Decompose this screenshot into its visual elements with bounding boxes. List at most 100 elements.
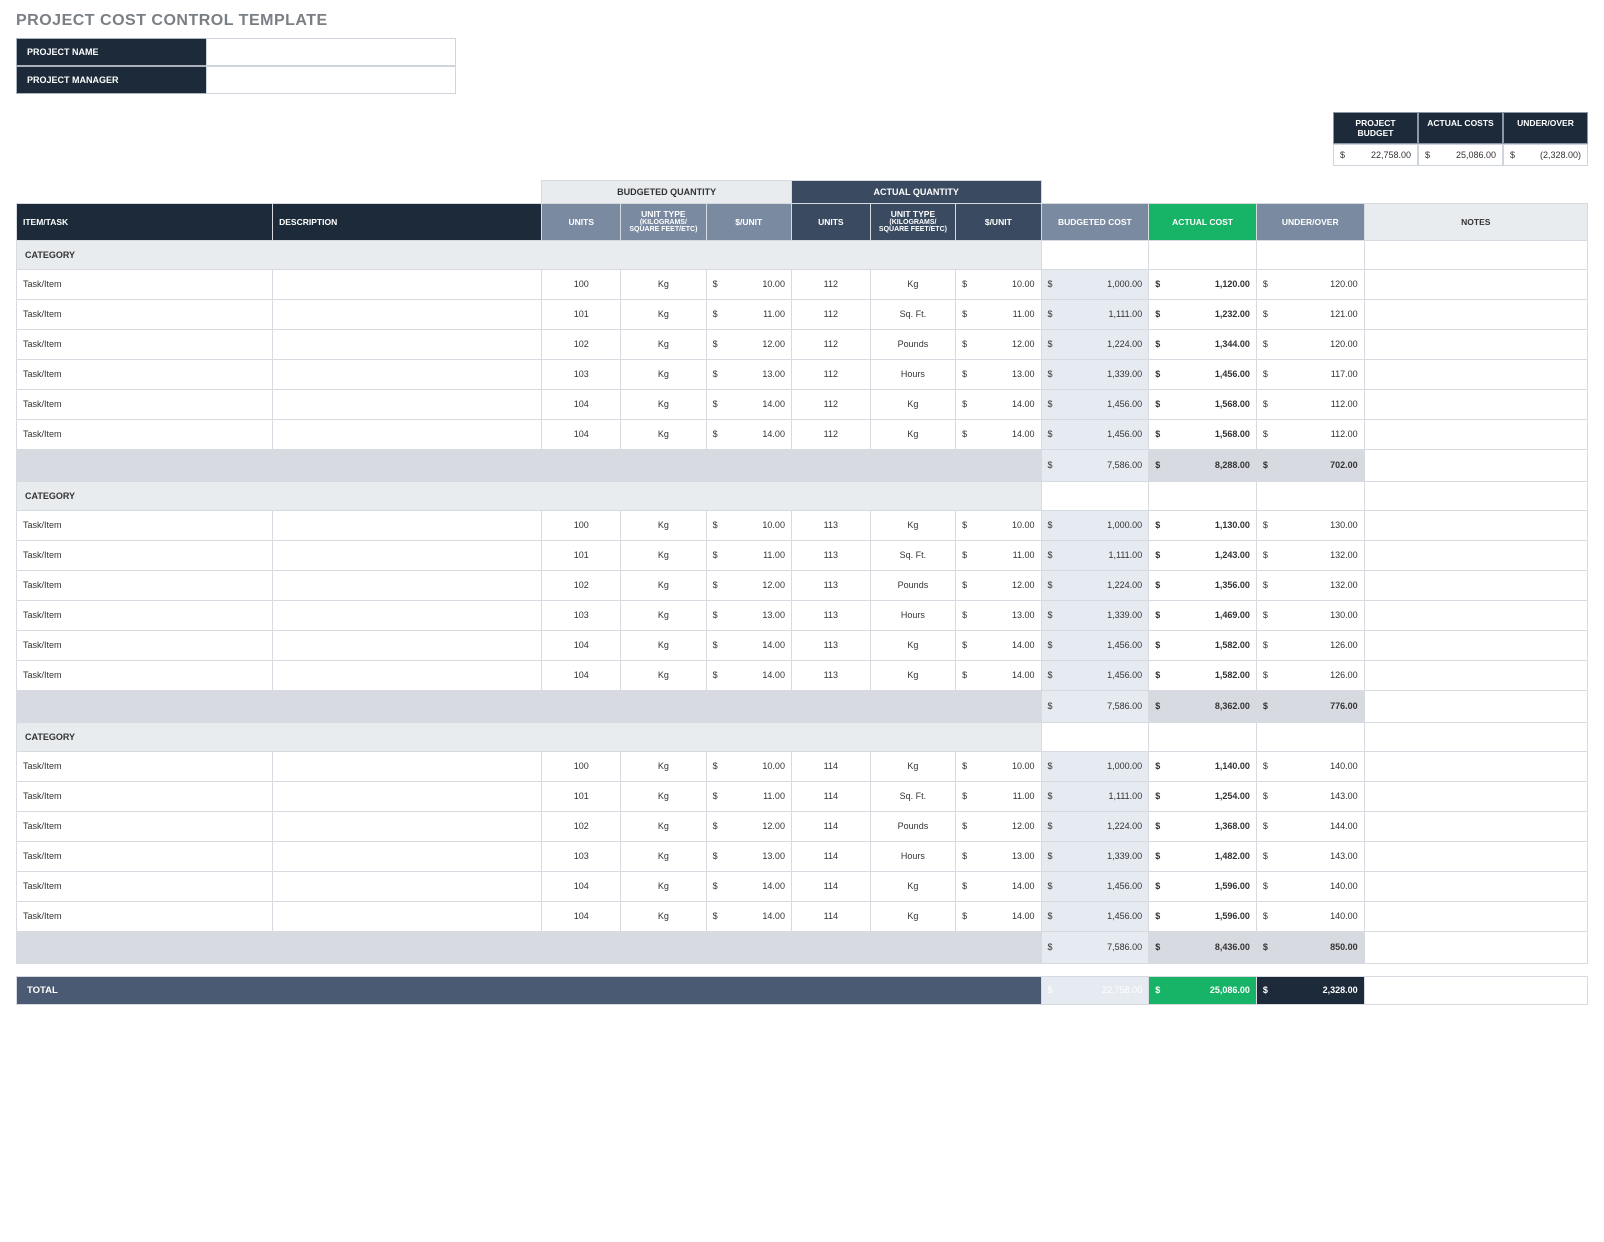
cell-bq-unit-type[interactable]: Kg	[621, 901, 706, 931]
table-row[interactable]: Task/Item100Kg$10.00114Kg$10.00$1,000.00…	[17, 751, 1588, 781]
table-row[interactable]: Task/Item100Kg$10.00112Kg$10.00$1,000.00…	[17, 269, 1588, 299]
cell-bq-per-unit[interactable]: $13.00	[706, 600, 791, 630]
cell-aq-units[interactable]: 112	[791, 359, 870, 389]
cell-bq-unit-type[interactable]: Kg	[621, 871, 706, 901]
cell-bq-units[interactable]: 102	[542, 570, 621, 600]
cell-description[interactable]	[273, 781, 542, 811]
cell-bq-units[interactable]: 104	[542, 630, 621, 660]
cell-description[interactable]	[273, 389, 542, 419]
cell-bq-per-unit[interactable]: $14.00	[706, 901, 791, 931]
cell-description[interactable]	[273, 600, 542, 630]
cell-aq-units[interactable]: 112	[791, 389, 870, 419]
cell-bq-per-unit[interactable]: $13.00	[706, 359, 791, 389]
cell-notes[interactable]	[1364, 389, 1587, 419]
cell-description[interactable]	[273, 419, 542, 449]
cell-bq-unit-type[interactable]: Kg	[621, 419, 706, 449]
cell-aq-per-unit[interactable]: $14.00	[956, 630, 1041, 660]
cell-description[interactable]	[273, 871, 542, 901]
cell-bq-unit-type[interactable]: Kg	[621, 600, 706, 630]
cell-bq-units[interactable]: 100	[542, 751, 621, 781]
cell-bq-unit-type[interactable]: Kg	[621, 811, 706, 841]
cell-aq-per-unit[interactable]: $11.00	[956, 781, 1041, 811]
cell-aq-unit-type[interactable]: Kg	[870, 389, 955, 419]
cell-notes[interactable]	[1364, 871, 1587, 901]
cell-aq-unit-type[interactable]: Hours	[870, 600, 955, 630]
cell-task[interactable]: Task/Item	[17, 269, 273, 299]
cell-task[interactable]: Task/Item	[17, 540, 273, 570]
cell-notes[interactable]	[1364, 811, 1587, 841]
cell-bq-units[interactable]: 103	[542, 600, 621, 630]
cell-aq-unit-type[interactable]: Kg	[870, 660, 955, 690]
cell-description[interactable]	[273, 811, 542, 841]
cell-aq-per-unit[interactable]: $13.00	[956, 359, 1041, 389]
cell-task[interactable]: Task/Item	[17, 781, 273, 811]
cell-bq-unit-type[interactable]: Kg	[621, 570, 706, 600]
cell-bq-units[interactable]: 104	[542, 660, 621, 690]
cell-notes[interactable]	[1364, 901, 1587, 931]
cell-bq-per-unit[interactable]: $13.00	[706, 841, 791, 871]
cell-aq-unit-type[interactable]: Kg	[870, 419, 955, 449]
table-row[interactable]: Task/Item103Kg$13.00112Hours$13.00$1,339…	[17, 359, 1588, 389]
cell-description[interactable]	[273, 510, 542, 540]
cell-aq-units[interactable]: 114	[791, 841, 870, 871]
cell-bq-per-unit[interactable]: $12.00	[706, 329, 791, 359]
cell-task[interactable]: Task/Item	[17, 660, 273, 690]
cell-bq-units[interactable]: 104	[542, 901, 621, 931]
cell-aq-unit-type[interactable]: Pounds	[870, 329, 955, 359]
cell-bq-per-unit[interactable]: $11.00	[706, 299, 791, 329]
cell-bq-per-unit[interactable]: $10.00	[706, 510, 791, 540]
cell-aq-unit-type[interactable]: Hours	[870, 841, 955, 871]
table-row[interactable]: Task/Item102Kg$12.00114Pounds$12.00$1,22…	[17, 811, 1588, 841]
cell-bq-per-unit[interactable]: $10.00	[706, 269, 791, 299]
cell-aq-per-unit[interactable]: $14.00	[956, 660, 1041, 690]
cell-bq-unit-type[interactable]: Kg	[621, 660, 706, 690]
cell-bq-per-unit[interactable]: $12.00	[706, 811, 791, 841]
cell-aq-unit-type[interactable]: Sq. Ft.	[870, 781, 955, 811]
cell-aq-per-unit[interactable]: $14.00	[956, 389, 1041, 419]
table-row[interactable]: Task/Item104Kg$14.00113Kg$14.00$1,456.00…	[17, 630, 1588, 660]
cell-aq-unit-type[interactable]: Kg	[870, 510, 955, 540]
cell-aq-per-unit[interactable]: $13.00	[956, 841, 1041, 871]
cell-notes[interactable]	[1364, 359, 1587, 389]
cell-aq-units[interactable]: 113	[791, 630, 870, 660]
cell-bq-units[interactable]: 104	[542, 419, 621, 449]
cell-aq-units[interactable]: 112	[791, 329, 870, 359]
cell-bq-unit-type[interactable]: Kg	[621, 510, 706, 540]
table-row[interactable]: Task/Item100Kg$10.00113Kg$10.00$1,000.00…	[17, 510, 1588, 540]
cell-task[interactable]: Task/Item	[17, 510, 273, 540]
cell-bq-per-unit[interactable]: $11.00	[706, 540, 791, 570]
cell-bq-units[interactable]: 102	[542, 811, 621, 841]
cell-aq-per-unit[interactable]: $14.00	[956, 871, 1041, 901]
cell-bq-unit-type[interactable]: Kg	[621, 299, 706, 329]
cell-bq-unit-type[interactable]: Kg	[621, 540, 706, 570]
cell-bq-unit-type[interactable]: Kg	[621, 751, 706, 781]
cell-aq-units[interactable]: 113	[791, 540, 870, 570]
cell-aq-per-unit[interactable]: $10.00	[956, 269, 1041, 299]
cell-aq-unit-type[interactable]: Hours	[870, 359, 955, 389]
cell-description[interactable]	[273, 630, 542, 660]
cell-bq-per-unit[interactable]: $14.00	[706, 660, 791, 690]
cell-aq-units[interactable]: 113	[791, 570, 870, 600]
cell-description[interactable]	[273, 751, 542, 781]
cell-bq-unit-type[interactable]: Kg	[621, 630, 706, 660]
cell-task[interactable]: Task/Item	[17, 389, 273, 419]
cell-aq-units[interactable]: 114	[791, 751, 870, 781]
cell-bq-units[interactable]: 101	[542, 781, 621, 811]
cell-notes[interactable]	[1364, 781, 1587, 811]
cell-aq-units[interactable]: 112	[791, 269, 870, 299]
cell-task[interactable]: Task/Item	[17, 299, 273, 329]
cell-bq-units[interactable]: 100	[542, 510, 621, 540]
cell-description[interactable]	[273, 901, 542, 931]
cell-notes[interactable]	[1364, 660, 1587, 690]
cell-bq-per-unit[interactable]: $14.00	[706, 419, 791, 449]
cell-aq-per-unit[interactable]: $10.00	[956, 510, 1041, 540]
cell-aq-unit-type[interactable]: Kg	[870, 630, 955, 660]
table-row[interactable]: Task/Item103Kg$13.00113Hours$13.00$1,339…	[17, 600, 1588, 630]
project-name-value[interactable]	[206, 38, 456, 66]
cell-task[interactable]: Task/Item	[17, 359, 273, 389]
cell-notes[interactable]	[1364, 841, 1587, 871]
cell-notes[interactable]	[1364, 269, 1587, 299]
cell-aq-unit-type[interactable]: Sq. Ft.	[870, 540, 955, 570]
cell-bq-unit-type[interactable]: Kg	[621, 841, 706, 871]
cell-description[interactable]	[273, 329, 542, 359]
